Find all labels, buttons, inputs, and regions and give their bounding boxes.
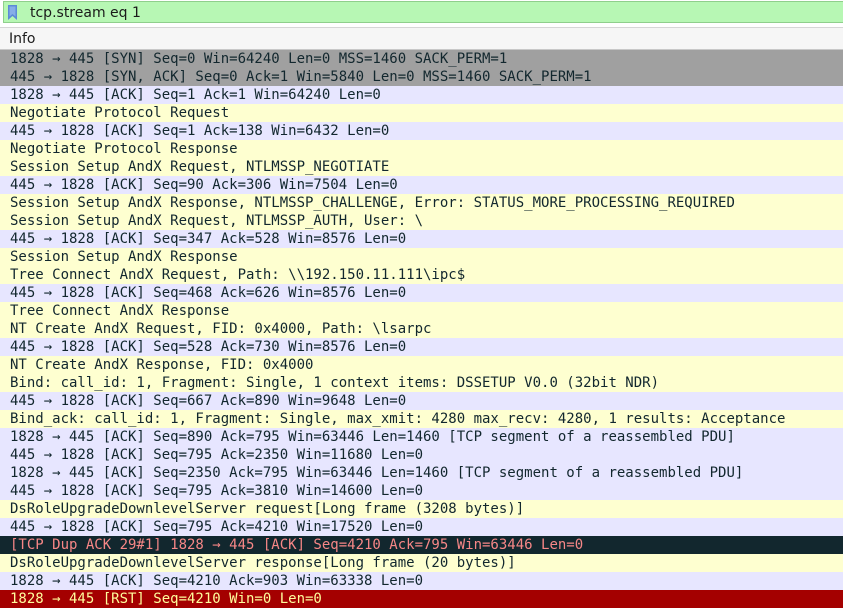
packet-row[interactable]: NT Create AndX Response, FID: 0x4000 <box>0 356 843 374</box>
packet-row[interactable]: 445 → 1828 [ACK] Seq=347 Ack=528 Win=857… <box>0 230 843 248</box>
packet-row[interactable]: Session Setup AndX Request, NTLMSSP_AUTH… <box>0 212 843 230</box>
packet-row[interactable]: 445 → 1828 [ACK] Seq=528 Ack=730 Win=857… <box>0 338 843 356</box>
packet-row[interactable]: DsRoleUpgradeDownlevelServer response[Lo… <box>0 554 843 572</box>
column-header-info[interactable]: Info <box>9 28 36 50</box>
packet-row[interactable]: Tree Connect AndX Response <box>0 302 843 320</box>
display-filter-bar: tcp.stream eq 1 <box>0 0 843 26</box>
packet-row[interactable]: Tree Connect AndX Request, Path: \\192.1… <box>0 266 843 284</box>
packet-list[interactable]: 1828 → 445 [SYN] Seq=0 Win=64240 Len=0 M… <box>0 50 843 608</box>
packet-row[interactable]: 445 → 1828 [ACK] Seq=795 Ack=3810 Win=14… <box>0 482 843 500</box>
packet-row[interactable]: Negotiate Protocol Request <box>0 104 843 122</box>
packet-row[interactable]: 1828 → 445 [ACK] Seq=1 Ack=1 Win=64240 L… <box>0 86 843 104</box>
packet-list-header: Info <box>0 27 843 50</box>
packet-row[interactable]: 445 → 1828 [ACK] Seq=795 Ack=4210 Win=17… <box>0 518 843 536</box>
packet-row[interactable]: Bind: call_id: 1, Fragment: Single, 1 co… <box>0 374 843 392</box>
packet-row[interactable]: 1828 → 445 [RST] Seq=4210 Win=0 Len=0 <box>0 590 843 608</box>
packet-row[interactable]: Session Setup AndX Response, NTLMSSP_CHA… <box>0 194 843 212</box>
packet-row[interactable]: DsRoleUpgradeDownlevelServer request[Lon… <box>0 500 843 518</box>
packet-row[interactable]: Session Setup AndX Response <box>0 248 843 266</box>
packet-row[interactable]: 445 → 1828 [ACK] Seq=1 Ack=138 Win=6432 … <box>0 122 843 140</box>
packet-row[interactable]: Bind_ack: call_id: 1, Fragment: Single, … <box>0 410 843 428</box>
packet-row[interactable]: Negotiate Protocol Response <box>0 140 843 158</box>
bookmark-icon[interactable] <box>8 5 17 20</box>
packet-row[interactable]: 1828 → 445 [ACK] Seq=4210 Ack=903 Win=63… <box>0 572 843 590</box>
packet-row[interactable]: 445 → 1828 [ACK] Seq=90 Ack=306 Win=7504… <box>0 176 843 194</box>
packet-row[interactable]: 445 → 1828 [ACK] Seq=795 Ack=2350 Win=11… <box>0 446 843 464</box>
display-filter-value[interactable]: tcp.stream eq 1 <box>30 3 141 23</box>
packet-row[interactable]: 1828 → 445 [ACK] Seq=2350 Ack=795 Win=63… <box>0 464 843 482</box>
packet-row[interactable]: Session Setup AndX Request, NTLMSSP_NEGO… <box>0 158 843 176</box>
packet-row[interactable]: 445 → 1828 [ACK] Seq=667 Ack=890 Win=964… <box>0 392 843 410</box>
packet-row[interactable]: [TCP Dup ACK 29#1] 1828 → 445 [ACK] Seq=… <box>0 536 843 554</box>
display-filter-input[interactable]: tcp.stream eq 1 <box>3 1 843 23</box>
packet-row[interactable]: 1828 → 445 [SYN] Seq=0 Win=64240 Len=0 M… <box>0 50 843 68</box>
packet-row[interactable]: NT Create AndX Request, FID: 0x4000, Pat… <box>0 320 843 338</box>
packet-row[interactable]: 1828 → 445 [ACK] Seq=890 Ack=795 Win=634… <box>0 428 843 446</box>
packet-row[interactable]: 445 → 1828 [ACK] Seq=468 Ack=626 Win=857… <box>0 284 843 302</box>
packet-row[interactable]: 445 → 1828 [SYN, ACK] Seq=0 Ack=1 Win=58… <box>0 68 843 86</box>
